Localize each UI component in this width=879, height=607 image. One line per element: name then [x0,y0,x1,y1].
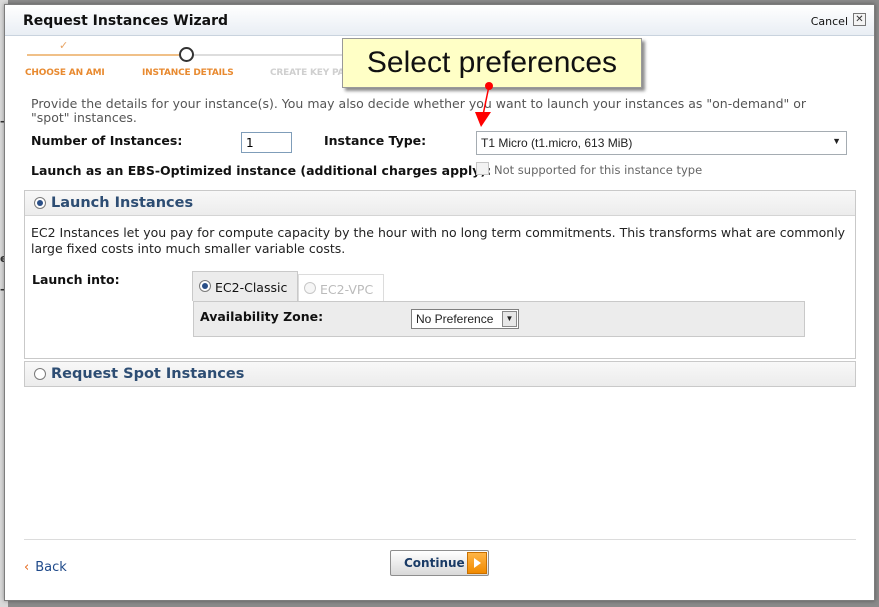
ec2-classic-radio[interactable] [199,280,211,292]
launch-into-label: Launch into: [32,272,120,287]
dialog-title: Request Instances Wizard [23,13,229,29]
footer-divider [24,539,856,540]
launch-instances-title: Launch Instances [51,195,194,211]
ebs-optimized-checkbox[interactable] [476,162,489,175]
tab-ec2-classic[interactable]: EC2-Classic [192,271,298,301]
progress-line-done [27,54,179,56]
request-spot-instances-panel[interactable]: Request Spot Instances [24,361,856,387]
wizard-dialog: Request Instances Wizard Cancel ✕ ✓ CHOO… [4,4,875,601]
ebs-optimized-label: Launch as an EBS-Optimized instance (add… [31,163,492,178]
launch-instances-header[interactable]: Launch Instances [25,191,855,216]
continue-button[interactable]: Continue [390,550,489,576]
step-current-circle-icon [179,47,194,62]
availability-zone-select[interactable]: No Preference ▼ [411,309,519,329]
num-instances-label: Number of Instances: [31,133,183,148]
step-create-key-pair: CREATE KEY PA [270,68,345,78]
dropdown-arrow-icon: ▼ [502,311,517,327]
back-link[interactable]: ‹ Back [24,560,67,575]
back-label: Back [35,560,67,575]
availability-zone-value: No Preference [416,312,494,326]
launch-instances-radio[interactable] [34,197,46,209]
dropdown-arrow-icon: ▼ [832,136,841,146]
wizard-description: Provide the details for your instance(s)… [31,96,807,125]
ec2-vpc-radio [304,282,316,294]
continue-label: Continue [404,556,465,570]
launch-instances-panel: Launch Instances EC2 Instances let you p… [24,190,856,359]
tab-ec2-classic-label: EC2-Classic [215,280,288,295]
step-choose-ami: CHOOSE AN AMI [25,68,105,78]
title-bar: Request Instances Wizard Cancel ✕ [5,5,874,36]
tab-ec2-vpc-label: EC2-VPC [320,282,374,297]
availability-zone-label: Availability Zone: [200,309,324,324]
availability-zone-box: Availability Zone: No Preference ▼ [193,301,805,337]
step-instance-details: INSTANCE DETAILS [142,68,234,78]
ebs-not-supported-note: Not supported for this instance type [494,163,703,177]
request-spot-instances-radio[interactable] [34,368,46,380]
instance-type-select[interactable]: T1 Micro (t1.micro, 613 MiB) ▼ [476,131,847,155]
play-arrow-icon [467,552,487,574]
progress-line-pending [194,54,344,56]
launch-instances-description: EC2 Instances let you pay for compute ca… [31,225,846,256]
step-complete-check-icon: ✓ [59,39,69,52]
request-spot-instances-title: Request Spot Instances [51,366,245,382]
close-icon[interactable]: ✕ [853,13,866,26]
tab-ec2-vpc: EC2-VPC [298,274,384,301]
cancel-link[interactable]: Cancel [811,15,848,28]
instance-type-value: T1 Micro (t1.micro, 613 MiB) [481,136,633,150]
instance-type-label: Instance Type: [324,133,427,148]
annotation-arrow-icon [475,82,493,127]
num-instances-input[interactable] [241,132,292,153]
chevron-left-icon: ‹ [24,560,30,575]
